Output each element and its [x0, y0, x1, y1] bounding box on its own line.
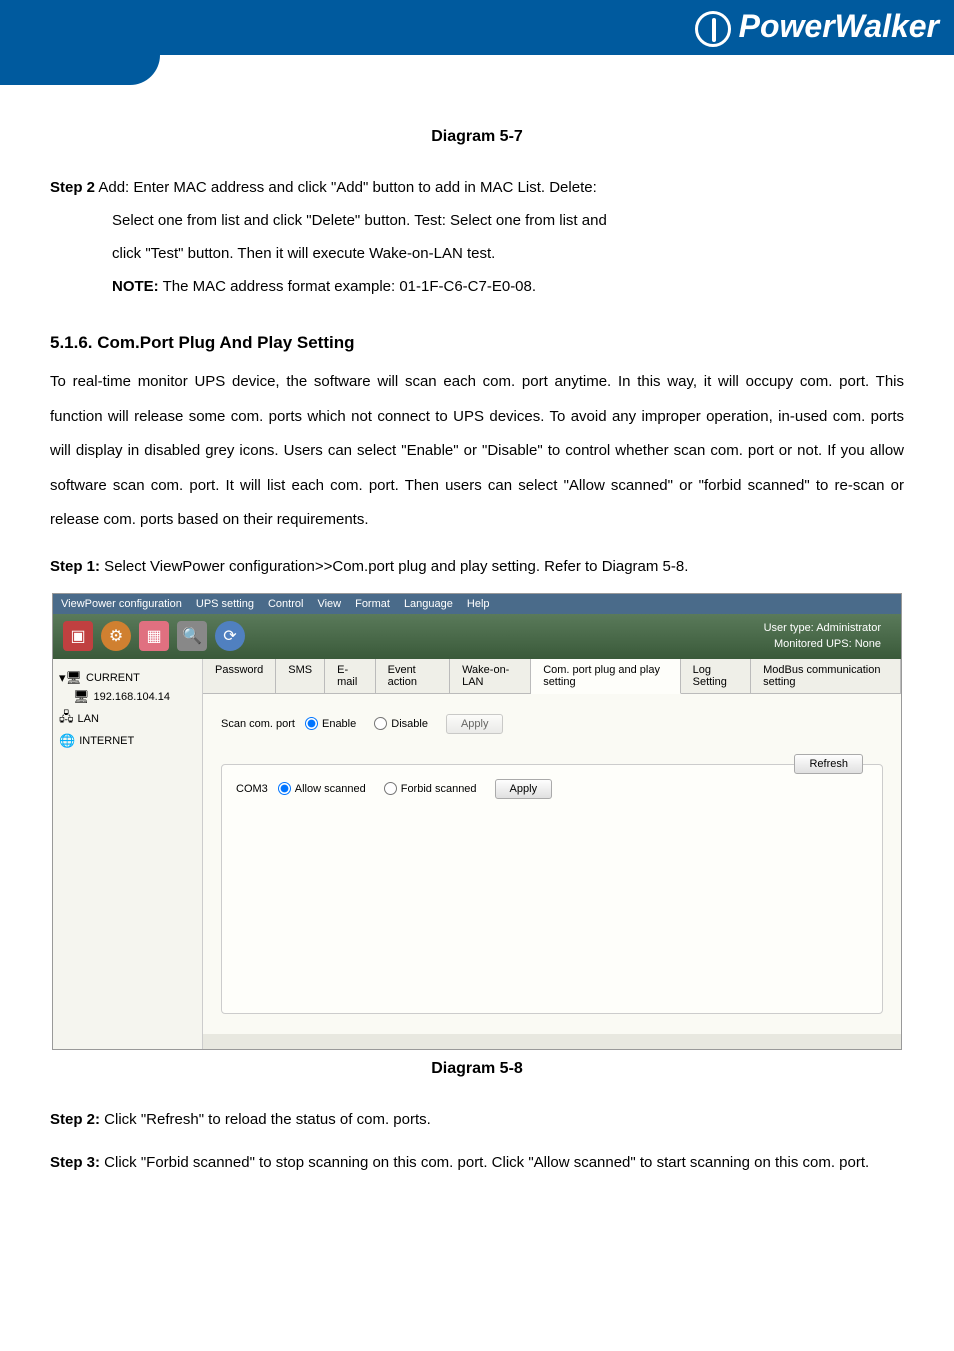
scan-setting-row: Scan com. port Enable Disable Apply [221, 714, 883, 734]
menu-language[interactable]: Language [404, 598, 453, 610]
tab-modbus[interactable]: ModBus communication setting [751, 659, 901, 693]
tab-strip: Password SMS E-mail Event action Wake-on… [203, 659, 901, 694]
step-2-block: Step 2 Add: Enter MAC address and click … [50, 171, 904, 303]
com3-row: COM3 Allow scanned Forbid scanned Apply [236, 779, 868, 799]
user-type-value: Administrator [816, 622, 881, 634]
radio-forbid[interactable]: Forbid scanned [384, 782, 477, 795]
radio-allow-input[interactable] [278, 782, 291, 795]
step-2-line1: Add: Enter MAC address and click "Add" b… [95, 179, 597, 196]
tree-ip[interactable]: 🖥192.168.104.14 [73, 689, 196, 705]
com3-label: COM3 [236, 783, 268, 795]
tab-password[interactable]: Password [203, 659, 276, 693]
menu-view[interactable]: View [317, 598, 341, 610]
nav-tree: ▾🖥CURRENT 🖥192.168.104.14 🖧LAN 🌐INTERNET [53, 659, 203, 1049]
brand-logo: PowerWalker [695, 8, 939, 47]
radio-disable-input[interactable] [374, 717, 387, 730]
tab-event-action[interactable]: Event action [376, 659, 450, 693]
menu-help[interactable]: Help [467, 598, 490, 610]
tree-internet[interactable]: 🌐INTERNET [59, 733, 196, 749]
tab-sms[interactable]: SMS [276, 659, 325, 693]
step-1-text: Select ViewPower configuration>>Com.port… [100, 558, 688, 575]
tab-wake-on-lan[interactable]: Wake-on-LAN [450, 659, 531, 693]
step-2-line2: Select one from list and click "Delete" … [50, 204, 904, 237]
tab-log-setting[interactable]: Log Setting [681, 659, 751, 693]
app-screenshot: ViewPower configuration UPS setting Cont… [52, 593, 902, 1050]
radio-enable-input[interactable] [305, 717, 318, 730]
toolbar-icon-1[interactable]: ▣ [63, 621, 93, 651]
toolbar-icon-2[interactable]: ⚙ [101, 621, 131, 651]
step-3-label: Step 3: [50, 1154, 100, 1171]
scan-apply-button[interactable]: Apply [446, 714, 504, 734]
diagram-caption-5-8: Diagram 5-8 [50, 1060, 904, 1078]
note-text: The MAC address format example: 01-1F-C6… [159, 278, 536, 295]
step-1-block: Step 1: Select ViewPower configuration>>… [50, 550, 904, 583]
node-icon: 🖥 [73, 689, 90, 705]
step-2-label: Step 2 [50, 179, 95, 196]
page-header: PowerWalker [0, 0, 954, 90]
refresh-button[interactable]: Refresh [794, 754, 863, 774]
user-type-label: User type: [764, 622, 814, 634]
section-body: To real-time monitor UPS device, the sof… [50, 365, 904, 538]
tree-current[interactable]: ▾🖥CURRENT [59, 670, 196, 686]
app-body: ▾🖥CURRENT 🖥192.168.104.14 🖧LAN 🌐INTERNET… [53, 659, 901, 1049]
step-2b-text: Click "Refresh" to reload the status of … [100, 1111, 431, 1128]
app-toolbar: ▣ ⚙ ▦ 🔍 ⟳ User type: Administrator Monit… [53, 614, 901, 659]
step-3-block: Step 3: Click "Forbid scanned" to stop s… [50, 1146, 904, 1179]
tab-email[interactable]: E-mail [325, 659, 375, 693]
toolbar-icon-4[interactable]: 🔍 [177, 621, 207, 651]
main-area: Password SMS E-mail Event action Wake-on… [203, 659, 901, 1049]
menu-format[interactable]: Format [355, 598, 390, 610]
diagram-caption-5-7: Diagram 5-7 [50, 128, 904, 146]
lan-icon: 🖧 [59, 708, 74, 730]
toolbar-icons: ▣ ⚙ ▦ 🔍 ⟳ [63, 621, 245, 651]
header-curve [0, 55, 160, 85]
step-2-line3: click "Test" button. Then it will execut… [50, 237, 904, 270]
toolbar-icon-3[interactable]: ▦ [139, 621, 169, 651]
radio-allow[interactable]: Allow scanned [278, 782, 366, 795]
step-3-text: Click "Forbid scanned" to stop scanning … [100, 1154, 869, 1171]
tab-content: Scan com. port Enable Disable Apply Refr… [203, 694, 901, 1034]
brand-text: PowerWalker [739, 8, 939, 44]
note-label: NOTE: [112, 278, 159, 295]
monitored-label: Monitored UPS: [774, 638, 852, 650]
com3-apply-button[interactable]: Apply [495, 779, 553, 799]
power-icon [695, 11, 731, 47]
radio-disable[interactable]: Disable [374, 717, 428, 730]
tree-lan[interactable]: 🖧LAN [59, 708, 196, 730]
tab-com-port[interactable]: Com. port plug and play setting [531, 659, 680, 694]
toolbar-icon-5[interactable]: ⟳ [215, 621, 245, 651]
monitor-icon: ▾🖥 [59, 670, 82, 686]
radio-forbid-input[interactable] [384, 782, 397, 795]
step-1-label: Step 1: [50, 558, 100, 575]
menu-viewpower-config[interactable]: ViewPower configuration [61, 598, 182, 610]
scan-label: Scan com. port [221, 718, 295, 730]
radio-enable[interactable]: Enable [305, 717, 356, 730]
app-menubar: ViewPower configuration UPS setting Cont… [53, 594, 901, 614]
user-info: User type: Administrator Monitored UPS: … [764, 620, 891, 653]
menu-control[interactable]: Control [268, 598, 303, 610]
step-2b-label: Step 2: [50, 1111, 100, 1128]
monitored-value: None [855, 638, 881, 650]
menu-ups-setting[interactable]: UPS setting [196, 598, 254, 610]
port-panel: COM3 Allow scanned Forbid scanned Apply [221, 764, 883, 1014]
section-heading: 5.1.6. Com.Port Plug And Play Setting [50, 333, 904, 353]
internet-icon: 🌐 [59, 733, 75, 749]
step-2b-block: Step 2: Click "Refresh" to reload the st… [50, 1103, 904, 1136]
